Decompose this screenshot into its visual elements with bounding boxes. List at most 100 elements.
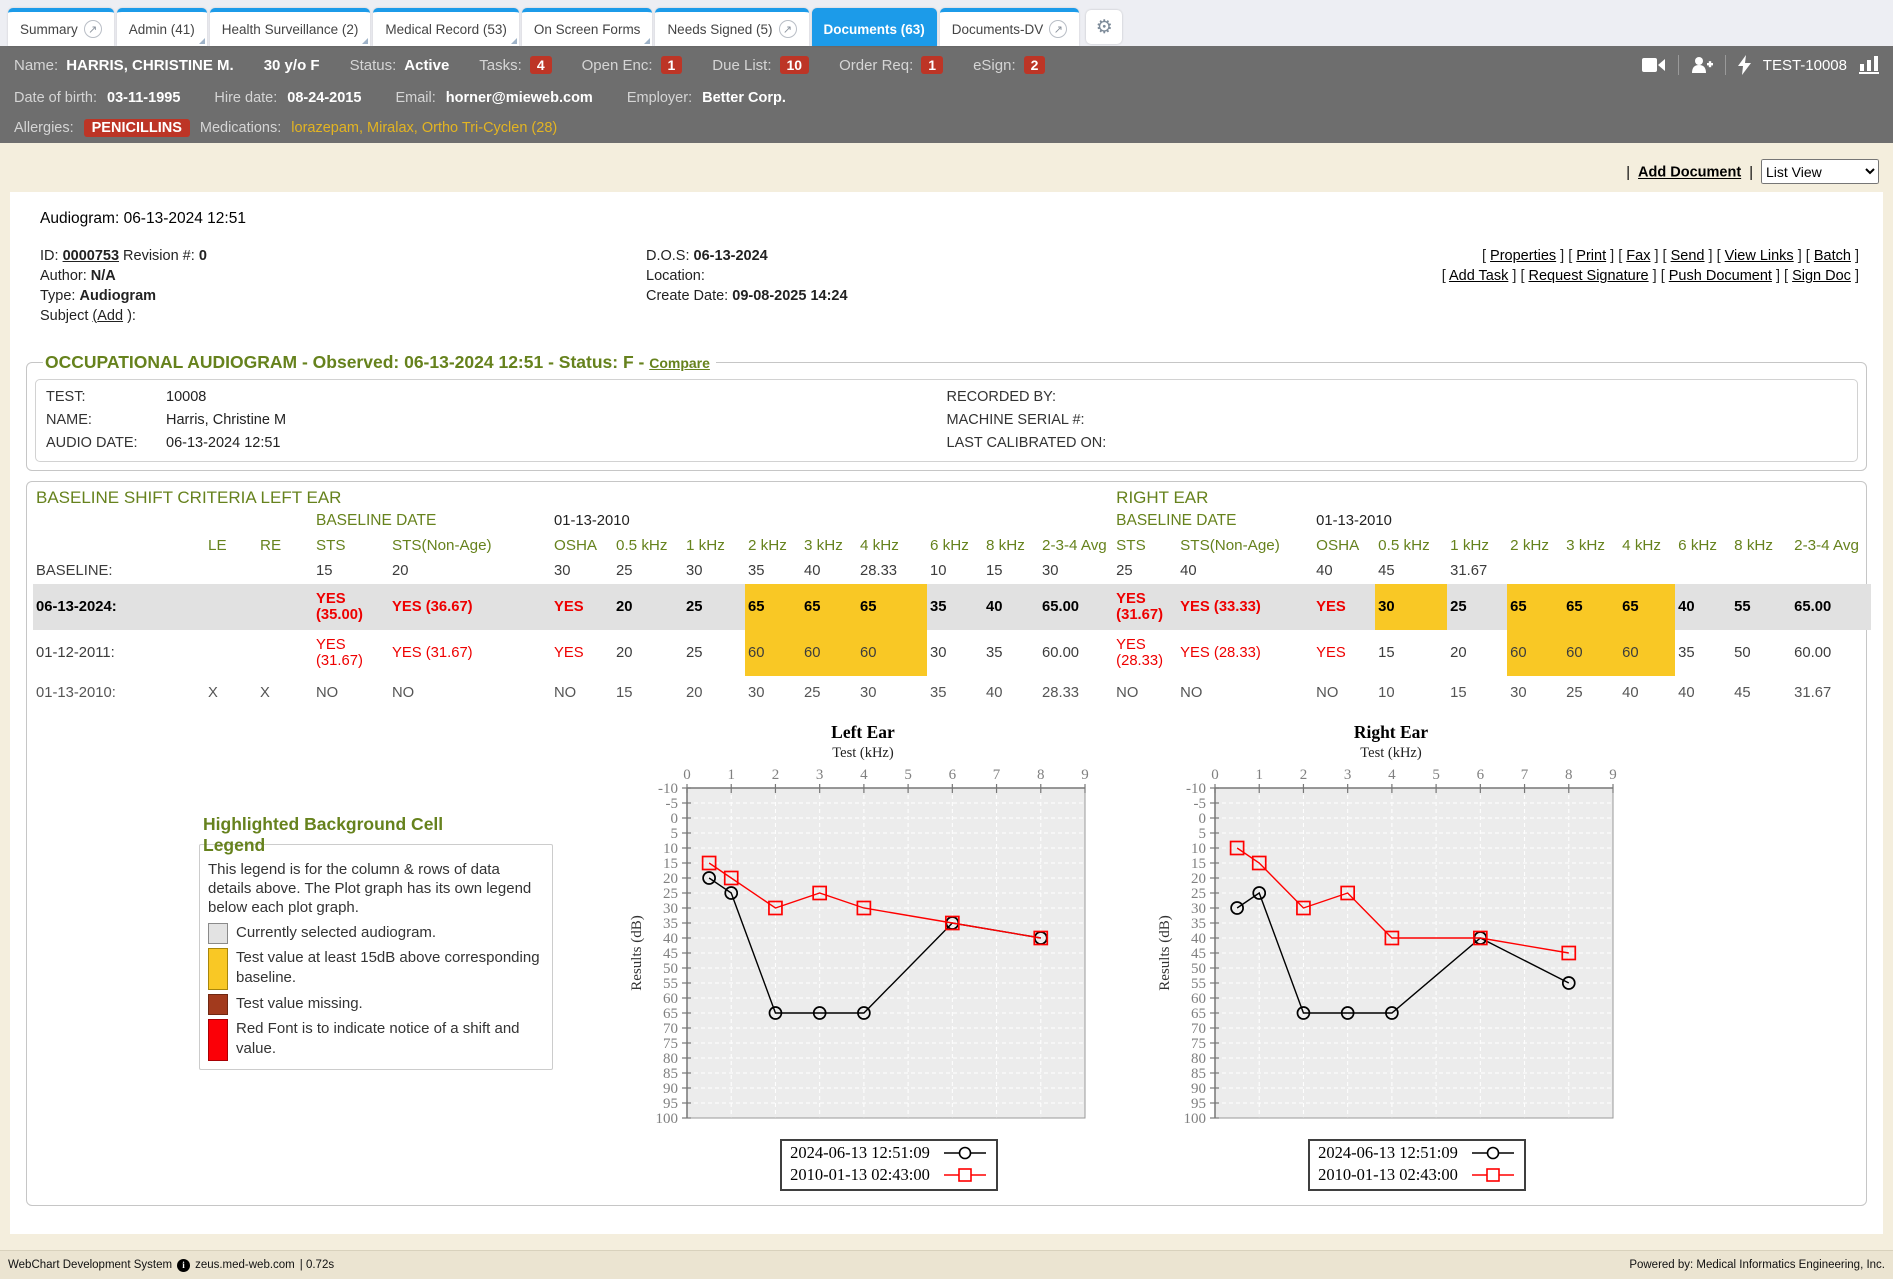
table-row[interactable]: 06-13-2024:YES (35.00)YES (36.67)YES2025… bbox=[33, 584, 1871, 630]
table-cell: YES bbox=[1313, 584, 1375, 630]
column-header: STS bbox=[313, 532, 389, 558]
svg-text:100: 100 bbox=[1184, 1111, 1207, 1126]
table-cell bbox=[1731, 558, 1791, 584]
table-cell: 60 bbox=[1563, 630, 1619, 676]
counter-badge-open-enc[interactable]: 1 bbox=[661, 56, 683, 74]
footer-time: | 0.72s bbox=[300, 1259, 334, 1271]
action-print[interactable]: Print bbox=[1576, 248, 1606, 264]
svg-text:40: 40 bbox=[663, 931, 678, 947]
revision-label: Revision #: bbox=[123, 248, 195, 264]
svg-text:Results (dB): Results (dB) bbox=[629, 915, 645, 990]
table-cell: 60.00 bbox=[1039, 630, 1113, 676]
svg-text:60: 60 bbox=[1191, 991, 1206, 1007]
svg-text:30: 30 bbox=[1191, 901, 1206, 917]
action-view-links[interactable]: View Links bbox=[1725, 248, 1794, 264]
counter-badge-order-req[interactable]: 1 bbox=[921, 56, 943, 74]
quick-action-bolt-icon[interactable] bbox=[1738, 55, 1751, 75]
counter-badge-esign[interactable]: 2 bbox=[1024, 56, 1046, 74]
medication-link[interactable]: Miralax bbox=[367, 120, 414, 136]
svg-text:95: 95 bbox=[1191, 1096, 1206, 1112]
tab-summary[interactable]: Summary ↗ bbox=[8, 8, 114, 46]
external-link-icon[interactable]: ↗ bbox=[84, 20, 102, 38]
allergy-badge[interactable]: PENICILLINS bbox=[84, 119, 190, 137]
status-label: Status: bbox=[350, 57, 397, 74]
audiogram-info: TEST:10008NAME:Harris, Christine MAUDIO … bbox=[35, 379, 1858, 462]
occupational-audiogram-section: OCCUPATIONAL AUDIOGRAM - Observed: 06-13… bbox=[26, 352, 1867, 471]
table-cell: 45 bbox=[1375, 558, 1447, 584]
svg-text:100: 100 bbox=[656, 1111, 679, 1126]
tab-medical-record-53[interactable]: Medical Record (53) bbox=[373, 8, 519, 46]
document-id-link[interactable]: 0000753 bbox=[63, 248, 119, 264]
footer-powered-by: Powered by: Medical Informatics Engineer… bbox=[1629, 1259, 1885, 1271]
column-header: OSHA bbox=[1313, 532, 1375, 558]
action-sign-doc[interactable]: Sign Doc bbox=[1792, 268, 1851, 284]
tab-label: Documents-DV bbox=[952, 22, 1044, 37]
info-value: Harris, Christine M bbox=[166, 409, 286, 432]
svg-text:50: 50 bbox=[1191, 961, 1206, 977]
tab-health-surveillance-2[interactable]: Health Surveillance (2) bbox=[210, 8, 371, 46]
add-user-icon[interactable] bbox=[1691, 56, 1713, 74]
counter-badge-due-list[interactable]: 10 bbox=[780, 56, 810, 74]
table-row[interactable]: BASELINE:1520302530354028.33101530254040… bbox=[33, 558, 1871, 584]
external-link-icon[interactable]: ↗ bbox=[1049, 20, 1067, 38]
cell-legend-description: This legend is for the column & rows of … bbox=[208, 861, 544, 917]
table-cell: 35 bbox=[745, 558, 801, 584]
action-push-document[interactable]: Push Document bbox=[1669, 268, 1772, 284]
left-baseline-date: 01-13-2010 bbox=[551, 510, 683, 532]
medication-link[interactable]: lorazepam bbox=[291, 120, 359, 136]
chart-stats-icon[interactable] bbox=[1859, 56, 1879, 74]
subject-add-link[interactable]: Add bbox=[92, 308, 123, 324]
tab-label: Summary bbox=[20, 22, 78, 37]
legend-item-label: Test value at least 15dB above correspon… bbox=[236, 948, 544, 987]
action-send[interactable]: Send bbox=[1671, 248, 1705, 264]
settings-gear-icon[interactable]: ⚙ bbox=[1086, 10, 1122, 44]
action-batch[interactable]: Batch bbox=[1814, 248, 1851, 264]
svg-text:4: 4 bbox=[1388, 767, 1396, 783]
info-label: LAST CALIBRATED ON: bbox=[947, 432, 1137, 455]
tab-admin-41[interactable]: Admin (41) bbox=[117, 8, 207, 46]
svg-text:6: 6 bbox=[1477, 767, 1485, 783]
legend-series-label: 2010-01-13 02:43:00 bbox=[790, 1164, 930, 1186]
info-label-email: Email: bbox=[395, 90, 435, 106]
table-cell: 30 bbox=[745, 676, 801, 710]
svg-text:65: 65 bbox=[663, 1006, 678, 1022]
table-cell: 65 bbox=[745, 584, 801, 630]
svg-text:70: 70 bbox=[1191, 1021, 1206, 1037]
legend-item-label: Red Font is to indicate notice of a shif… bbox=[236, 1019, 544, 1058]
counter-badge-tasks[interactable]: 4 bbox=[530, 56, 552, 74]
circle-marker-icon bbox=[942, 1145, 988, 1161]
compare-link[interactable]: Compare bbox=[649, 355, 710, 371]
view-select[interactable]: List View bbox=[1761, 159, 1879, 184]
video-camera-icon[interactable] bbox=[1642, 57, 1666, 73]
table-cell: 60 bbox=[801, 630, 857, 676]
action-add-task[interactable]: Add Task bbox=[1449, 268, 1508, 284]
status-value: Active bbox=[404, 57, 449, 74]
external-link-icon[interactable]: ↗ bbox=[779, 20, 797, 38]
tab-needs-signed-5[interactable]: Needs Signed (5)↗ bbox=[655, 8, 808, 46]
add-document-link[interactable]: Add Document bbox=[1638, 165, 1741, 181]
legend-item: Currently selected audiogram. bbox=[208, 923, 544, 944]
svg-text:10: 10 bbox=[1191, 841, 1206, 857]
info-icon[interactable]: i bbox=[177, 1259, 190, 1272]
table-row[interactable]: 01-12-2011:YES (31.67)YES (31.67)YES2025… bbox=[33, 630, 1871, 676]
left-ear-chart: Left EarTest (kHz)0123456789-10-50510152… bbox=[627, 722, 1099, 1191]
action-fax[interactable]: Fax bbox=[1626, 248, 1650, 264]
column-header: 8 kHz bbox=[1731, 532, 1791, 558]
svg-text:4: 4 bbox=[860, 767, 868, 783]
svg-text:8: 8 bbox=[1037, 767, 1045, 783]
svg-text:90: 90 bbox=[1191, 1081, 1206, 1097]
square-marker-icon bbox=[942, 1167, 988, 1183]
document-meta: ID: 0000753 Revision #: 0 Author: N/A Ty… bbox=[40, 246, 1867, 326]
tab-documents-63[interactable]: Documents (63) bbox=[812, 8, 937, 46]
tab-documents-dv[interactable]: Documents-DV ↗ bbox=[940, 8, 1080, 46]
row-label: 01-13-2010: bbox=[33, 676, 205, 710]
medication-link[interactable]: Ortho Tri-Cyclen (28) bbox=[422, 120, 557, 136]
tab-on-screen-forms[interactable]: On Screen Forms bbox=[522, 8, 653, 46]
table-row[interactable]: 01-13-2010:XXNONONO1520302530354028.33NO… bbox=[33, 676, 1871, 710]
action-properties[interactable]: Properties bbox=[1490, 248, 1556, 264]
action-request-signature[interactable]: Request Signature bbox=[1529, 268, 1649, 284]
table-cell: YES (31.67) bbox=[313, 630, 389, 676]
counter-label-due-list: Due List: bbox=[712, 57, 771, 74]
document-title: Audiogram: 06-13-2024 12:51 bbox=[40, 210, 1867, 228]
legend-swatch bbox=[208, 948, 228, 990]
